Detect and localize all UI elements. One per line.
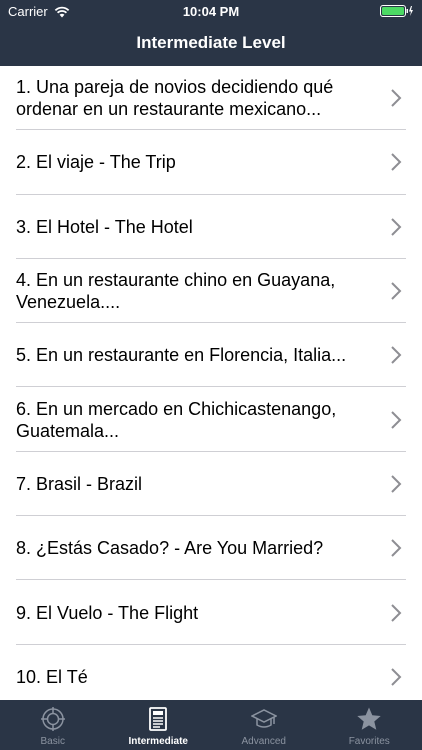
star-icon [357, 707, 381, 730]
list-item[interactable]: 8. ¿Estás Casado? - Are You Married? [0, 516, 422, 581]
list-item[interactable]: 7. Brasil - Brazil [0, 452, 422, 517]
chevron-right-icon [391, 475, 402, 493]
list-item[interactable]: 6. En un mercado en Chichicastenango, Gu… [0, 387, 422, 453]
lesson-label: 2. El viaje - The Trip [16, 152, 176, 173]
tab-label: Advanced [241, 736, 286, 747]
tab-bar: Basic Intermediate Advanced Favorites [0, 700, 422, 750]
list-item[interactable]: 4. En un restaurante chino en Guayana, V… [0, 259, 422, 324]
tab-label: Favorites [348, 736, 390, 747]
battery-indicator [380, 5, 414, 17]
chevron-right-icon [391, 603, 402, 622]
lesson-list: 1. Una pareja de novios decidiendo qué o… [0, 66, 422, 700]
chevron-right-icon [391, 153, 402, 172]
lesson-label: 9. El Vuelo - The Flight [16, 602, 199, 623]
lesson-label: 10. El Té [16, 666, 88, 687]
lesson-label: 7. Brasil - Brazil [16, 473, 143, 494]
list-item[interactable]: 1. Una pareja de novios decidiendo qué o… [0, 66, 422, 131]
chevron-right-icon [391, 410, 402, 429]
target-icon [40, 707, 65, 731]
lesson-label: 4. En un restaurante chino en Guayana, V… [16, 270, 336, 313]
graduation-cap-icon [250, 709, 277, 728]
tab-label: Basic [40, 736, 65, 747]
list-item[interactable]: 9. El Vuelo - The Flight [0, 580, 422, 645]
clock: 10:04 PM [182, 4, 240, 19]
chevron-right-icon [391, 218, 402, 236]
lesson-label: 6. En un mercado en Chichicastenango, Gu… [16, 398, 337, 441]
chevron-right-icon [391, 282, 402, 300]
lesson-label: 3. El Hotel - The Hotel [16, 216, 193, 237]
list-item[interactable]: 10. El Té [0, 645, 422, 700]
document-icon [149, 707, 168, 731]
list-item[interactable]: 3. El Hotel - The Hotel [0, 195, 422, 260]
status-bar: Carrier 10:04 PM [0, 0, 422, 22]
lesson-label: 5. En un restaurante en Florencia, Itali… [16, 345, 347, 366]
chevron-right-icon [391, 346, 402, 365]
chevron-right-icon [391, 89, 402, 107]
tab-label: Intermediate [128, 736, 188, 747]
page-title: Intermediate Level [136, 33, 286, 52]
tab-basic[interactable]: Basic [0, 700, 106, 750]
header: Carrier 10:04 PM Intermediate Level [0, 0, 422, 66]
list-item[interactable]: 2. El viaje - The Trip [0, 130, 422, 195]
tab-favorites[interactable]: Favorites [317, 700, 422, 750]
chevron-right-icon [391, 539, 402, 557]
list-item[interactable]: 5. En un restaurante en Florencia, Itali… [0, 323, 422, 388]
chevron-right-icon [391, 668, 402, 686]
lesson-label: 1. Una pareja de novios decidiendo qué o… [16, 77, 334, 120]
battery-icon [380, 5, 413, 17]
lesson-label: 8. ¿Estás Casado? - Are You Married? [16, 538, 324, 559]
tab-advanced[interactable]: Advanced [211, 700, 317, 750]
tab-intermediate[interactable]: Intermediate [106, 700, 212, 750]
